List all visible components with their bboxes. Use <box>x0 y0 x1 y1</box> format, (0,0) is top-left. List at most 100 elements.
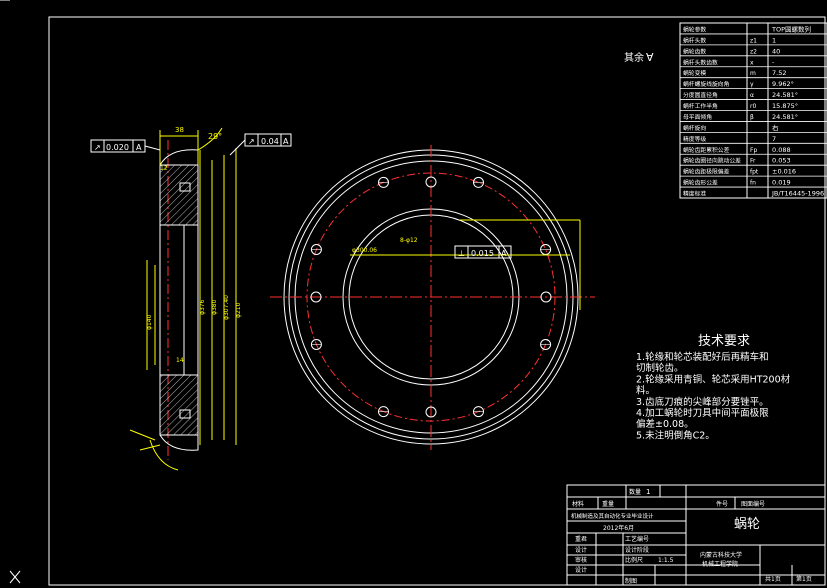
dim-angle: 29° <box>208 132 222 141</box>
param-symbol: z1 <box>750 37 757 44</box>
dim-d4: φ210 <box>235 302 242 318</box>
param-name: 蜗杆头数 <box>683 36 706 44</box>
cell-a3: 审核 <box>575 556 587 564</box>
param-name: 蜗轮齿距极限偏差 <box>683 168 730 176</box>
dept-name: 机械工程学院 <box>702 560 738 568</box>
cell-a2: 设计 <box>575 546 587 554</box>
runout-icon: ↗ <box>94 143 101 152</box>
tol-2-datum: A <box>283 137 289 146</box>
sheet-current: 第1页 <box>796 575 812 583</box>
dim-b2: 14 <box>176 357 184 364</box>
param-symbol: z2 <box>750 48 757 55</box>
title-block: 数量 1 材料 重量 件号 图面编号 机械制造及其自动化专业毕业设计 2012年… <box>566 484 826 586</box>
param-symbol: r0 <box>750 103 756 110</box>
param-name: 蜗轮齿距累积公差 <box>683 146 730 154</box>
tech-line: 料。 <box>636 385 655 397</box>
dim-d1: φ376 <box>199 299 206 315</box>
piece-no-label: 件号 <box>716 500 728 508</box>
param-symbol: Fr <box>750 158 756 165</box>
param-name: 精度标准 <box>683 190 706 198</box>
param-name: 蜗轮参数 <box>683 25 706 33</box>
tolerance-frame-2: ↗ 0.04 A <box>229 133 292 156</box>
date-label: 2012年6月 <box>603 524 634 532</box>
param-symbol: m <box>750 70 756 77</box>
param-name: 精度等级 <box>683 135 706 143</box>
param-name: 蜗轮齿数 <box>683 47 706 55</box>
sheet-total: 共1页 <box>765 575 781 583</box>
param-value: 15.875° <box>772 102 798 110</box>
tech-requirements: 技术要求 1.轮缘和轮芯装配好后再精车和 切制轮齿。2.轮缘采用青铜、轮芯采用H… <box>636 334 791 441</box>
param-symbol: fn <box>750 180 756 187</box>
tol-1-value: 0.020 <box>106 143 129 152</box>
cell-a1: 重君 <box>575 535 587 543</box>
tol-1-datum: A <box>136 143 142 152</box>
cad-drawing-canvas: 蜗轮参数 TOP圆螺数列蜗杆头数 z1 1 蜗轮齿数 z2 40 蜗杆头数齿数 x - 蜗轮变模 m 7… <box>0 0 827 586</box>
dim-b1: 12 <box>160 165 168 172</box>
param-name: 蜗杆螺旋线旋向角 <box>683 80 730 88</box>
param-name: 蜗轮变模 <box>683 69 706 77</box>
front-view: φ300.06 8-φ12 <box>270 145 595 450</box>
count-label: 数量 <box>629 488 641 496</box>
param-value: 7.52 <box>772 69 786 77</box>
param-value: TOP圆螺数列 <box>771 24 811 33</box>
param-value: - <box>772 58 775 66</box>
param-symbol: β <box>750 114 754 121</box>
param-value: 0.088 <box>772 146 791 154</box>
param-name: 蜗杆工作半角 <box>683 102 718 110</box>
part-name: 蜗轮 <box>734 516 760 532</box>
param-value: 40 <box>772 47 780 55</box>
tol-2-value: 0.04 <box>261 137 279 146</box>
tech-line: 4.加工蜗轮时刀具中间平面极限 <box>636 407 769 419</box>
param-symbol: Fp <box>750 147 757 154</box>
param-value: ±0.016 <box>772 168 796 176</box>
lower-hatch <box>159 374 199 436</box>
tech-line: 2.轮缘采用青铜、轮芯采用HT200材 <box>636 373 791 385</box>
dim-d5: φ140 <box>146 314 153 330</box>
scale-value: 1:1.5 <box>658 557 674 564</box>
upper-hatch <box>159 164 199 226</box>
param-value: 24.581° <box>772 91 798 99</box>
drawing-no-label: 图面编号 <box>741 500 765 508</box>
runout-icon: ↗ <box>248 137 255 146</box>
param-value: 0.019 <box>772 179 791 187</box>
tech-line: 3.齿底刀痕的尖峰部分要锉平。 <box>636 396 769 408</box>
tol-3-datum: A <box>501 249 507 258</box>
param-value: 0.053 <box>772 157 791 165</box>
rest-label: 其余 <box>624 51 644 64</box>
param-name: 蜗轮齿圈径向跳动公差 <box>683 157 741 165</box>
tolerance-frame-1: ↗ 0.020 A <box>90 139 161 153</box>
tech-line: 切制轮齿。 <box>636 362 684 374</box>
weight-label: 重量 <box>602 500 614 508</box>
cell-b3: 比例尺 <box>625 556 643 564</box>
rest-roughness-icon: ∀ <box>646 51 654 64</box>
param-value: 9.962° <box>772 80 794 88</box>
param-value: 右 <box>772 123 779 132</box>
param-name: 蜗杆旋向 <box>683 124 706 132</box>
param-value: 1 <box>772 36 776 44</box>
project-label: 机械制造及其自动化专业毕业设计 <box>571 512 654 520</box>
tolerance-frame-3: ⊥ 0.015 A <box>454 245 512 259</box>
parameter-table: 蜗轮参数 TOP圆螺数列蜗杆头数 z1 1 蜗轮齿数 z2 40 蜗杆头数齿数 x - 蜗轮变模 m 7… <box>679 22 827 199</box>
cell-b1: 工艺编号 <box>625 535 649 543</box>
tech-line: 偏差±0.08。 <box>636 418 694 430</box>
param-name: 分度圆直径角 <box>683 91 718 99</box>
cell-a4: 设计 <box>575 566 587 574</box>
param-name: 蜗杆头数齿数 <box>683 58 718 66</box>
material-label: 材料 <box>572 500 584 508</box>
crosshair-cursor-icon <box>9 570 21 584</box>
tech-line: 5.未注明倒角C2。 <box>636 429 715 441</box>
dim-hole-note: 8-φ12 <box>400 237 418 244</box>
dim-d3: φ307.40 <box>223 295 230 320</box>
param-value: JB/T16445-1996 <box>771 190 824 198</box>
tech-line: 1.轮缘和轮芯装配好后再精车和 <box>636 351 769 363</box>
tech-title: 技术要求 <box>698 334 750 349</box>
param-symbol: fpt <box>750 169 759 176</box>
school-name: 内蒙古科技大学 <box>700 551 742 559</box>
param-name: 蜗轮齿形公差 <box>683 179 718 187</box>
param-symbol: x <box>750 59 754 66</box>
cell-b4: 制图 <box>625 577 637 585</box>
cell-b2: 设计阶段 <box>625 546 649 554</box>
param-symbol: γ <box>750 81 754 88</box>
count-value: 1 <box>646 488 650 496</box>
param-name: 母平面倾角 <box>683 113 712 121</box>
